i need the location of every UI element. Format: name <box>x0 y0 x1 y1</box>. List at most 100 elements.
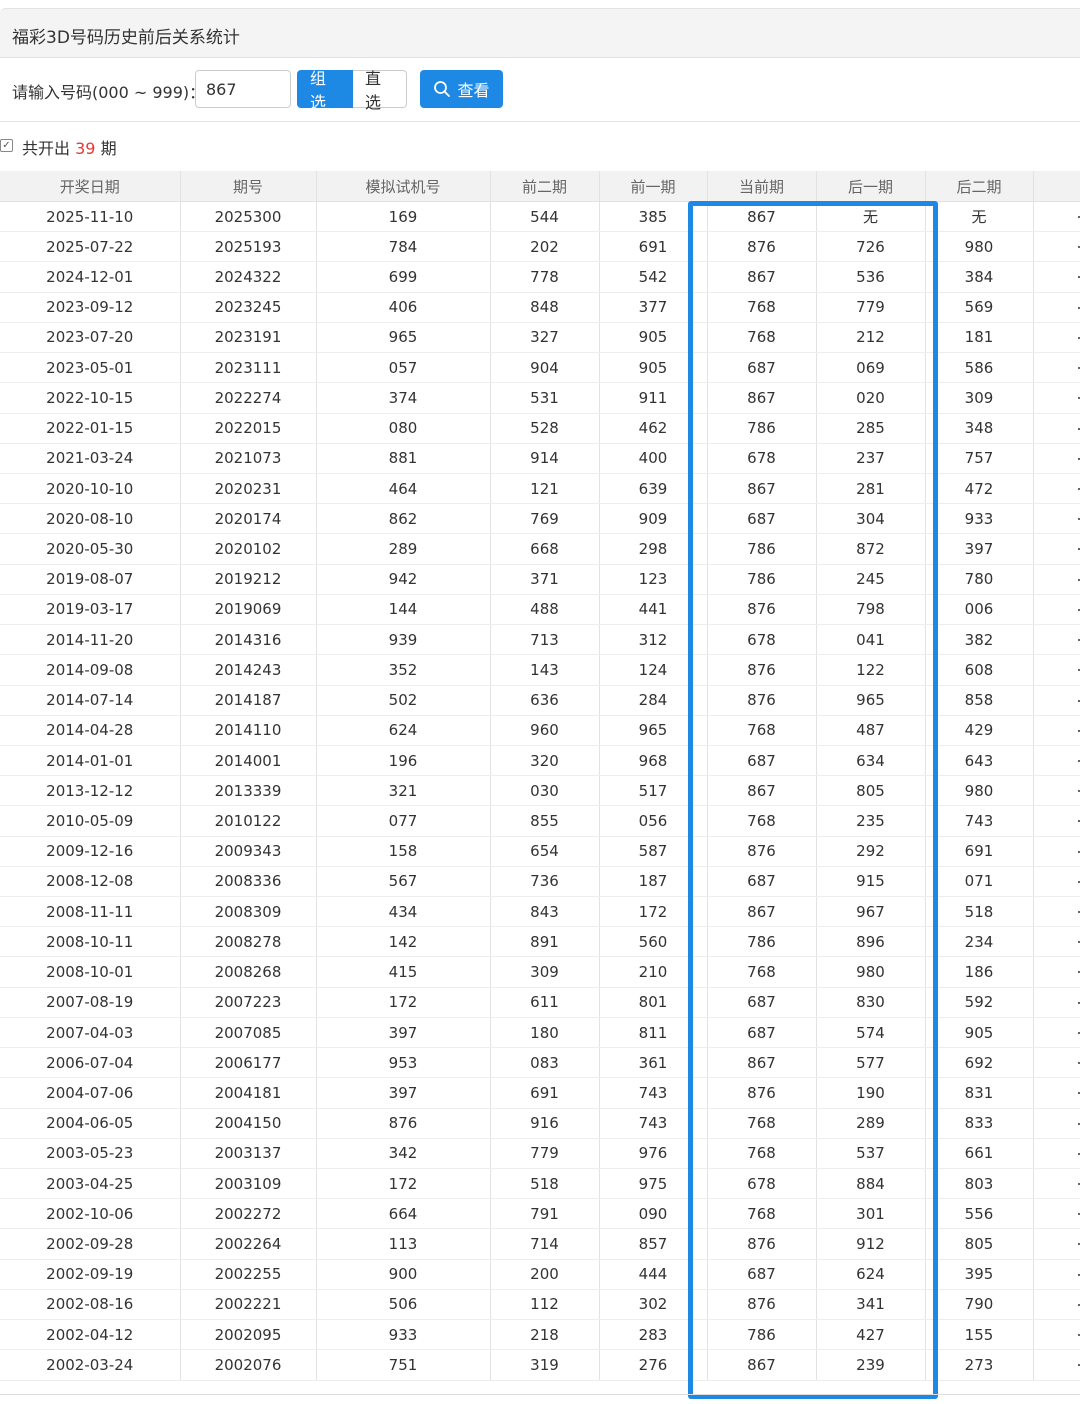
table-row: 2002-09-28 2002264 113 714 857 876 912 805 <box>0 1228 1080 1260</box>
table-cell: 876 <box>707 654 817 686</box>
group-select-button[interactable]: 组选 <box>297 69 353 112</box>
table-cell: 517 <box>599 775 708 807</box>
table-row: 2014-04-28 2014110 624 960 965 768 487 429 <box>0 715 1080 746</box>
direct-select-button[interactable]: 直选 <box>353 69 407 112</box>
table-cell: 912 <box>816 1228 926 1260</box>
table-cell: 768 <box>707 805 817 837</box>
table-cell: 976 <box>599 1138 708 1170</box>
table-cell: 2004150 <box>180 1108 317 1139</box>
table-cell: 831 <box>925 1077 1034 1109</box>
table-cell: 867 <box>707 261 817 293</box>
table-cell: 779 <box>816 292 926 323</box>
input-label: 请输入号码(000 ~ 999)： <box>12 83 206 102</box>
table-row: 2004-06-05 2004150 876 916 743 768 289 833 <box>0 1108 1080 1139</box>
table-row: 2014-07-14 2014187 502 636 284 876 965 858 <box>0 685 1080 716</box>
table-cell: 786 <box>707 413 817 444</box>
search-icon <box>433 80 451 98</box>
table-row: 2014-09-08 2014243 352 143 124 876 122 608 <box>0 654 1080 686</box>
table-row: 2020-08-10 2020174 862 769 909 687 304 933 <box>0 503 1080 535</box>
table-cell: 2022-10-15 <box>0 382 181 414</box>
table-cell-extra <box>1033 292 1080 323</box>
table-cell: 933 <box>316 1319 491 1351</box>
table-cell: 2002076 <box>180 1349 317 1381</box>
table-cell: 699 <box>316 261 491 293</box>
table-cell: 891 <box>490 926 600 958</box>
table-cell: 542 <box>599 261 708 293</box>
table-cell: 377 <box>599 292 708 323</box>
table-cell: 736 <box>490 866 600 898</box>
table-cell: 2023-09-12 <box>0 292 181 323</box>
table-cell: 2004181 <box>180 1077 317 1109</box>
table-row: 2023-05-01 2023111 057 904 905 687 069 586 <box>0 352 1080 384</box>
table-cell: 2022-01-15 <box>0 413 181 444</box>
table-cell: 122 <box>816 654 926 686</box>
table-cell: 586 <box>925 352 1034 384</box>
table-cell: 848 <box>490 292 600 323</box>
column-header: 期号 <box>180 171 317 202</box>
table-cell: 896 <box>816 926 926 958</box>
table-cell: 144 <box>316 594 491 626</box>
table-cell: 020 <box>816 382 926 414</box>
table-cell: 867 <box>707 775 817 807</box>
table-cell: 2023-07-20 <box>0 322 181 354</box>
table-cell: 309 <box>490 956 600 988</box>
table-cell-extra <box>1033 987 1080 1018</box>
table-cell: 975 <box>599 1168 708 1200</box>
table-cell: 506 <box>316 1289 491 1321</box>
table-cell: 2014-07-14 <box>0 685 181 716</box>
table-cell: 2004-06-05 <box>0 1108 181 1139</box>
table-cell: 757 <box>925 443 1034 474</box>
table-cell: 2014187 <box>180 685 317 716</box>
divider <box>0 121 1080 122</box>
table-cell: 2003-04-25 <box>0 1168 181 1200</box>
table-cell: 960 <box>490 715 600 746</box>
table-cell: 397 <box>316 1017 491 1049</box>
table-cell: 143 <box>490 654 600 686</box>
table-cell-extra <box>1033 1289 1080 1321</box>
table-cell: 876 <box>707 594 817 626</box>
table-cell: 2014-04-28 <box>0 715 181 746</box>
table-row: 2014-11-20 2014316 939 713 312 678 041 382 <box>0 624 1080 656</box>
table-row: 2014-01-01 2014001 196 320 968 687 634 643 <box>0 745 1080 777</box>
table-row: 2019-03-17 2019069 144 488 441 876 798 006 <box>0 594 1080 626</box>
table-cell: 2002272 <box>180 1198 317 1230</box>
table-cell: 768 <box>707 1108 817 1139</box>
table-cell: 639 <box>599 473 708 505</box>
table-cell: 180 <box>490 1017 600 1049</box>
table-cell: 768 <box>707 1198 817 1230</box>
table-cell: 867 <box>707 1047 817 1079</box>
table-cell: 784 <box>316 231 491 263</box>
table-cell-extra <box>1033 654 1080 686</box>
table-cell: 2025-11-10 <box>0 201 181 233</box>
table-cell-extra <box>1033 745 1080 777</box>
checkbox-icon[interactable]: ✓ <box>0 139 13 152</box>
table-cell: 2002-10-06 <box>0 1198 181 1230</box>
table-cell: 2019-08-07 <box>0 564 181 595</box>
table-cell: 123 <box>599 564 708 595</box>
table-cell: 292 <box>816 836 926 867</box>
table-cell: 172 <box>599 896 708 928</box>
table-cell: 687 <box>707 1017 817 1049</box>
number-input[interactable] <box>195 70 291 108</box>
table-cell: 769 <box>490 503 600 535</box>
table-cell-extra <box>1033 382 1080 414</box>
table-cell: 2024322 <box>180 261 317 293</box>
table-cell: 872 <box>816 533 926 565</box>
table-cell: 634 <box>816 745 926 777</box>
table-cell: 2002095 <box>180 1319 317 1351</box>
table-cell: 2003137 <box>180 1138 317 1170</box>
table-cell: 691 <box>599 231 708 263</box>
table-cell: 967 <box>816 896 926 928</box>
table-cell: 537 <box>816 1138 926 1170</box>
table-cell: 577 <box>816 1047 926 1079</box>
table-cell-extra <box>1033 1198 1080 1230</box>
table-row: 2010-05-09 2010122 077 855 056 768 235 743 <box>0 805 1080 837</box>
table-row: 2007-08-19 2007223 172 611 801 687 830 592 <box>0 987 1080 1018</box>
table-cell: 778 <box>490 261 600 293</box>
view-button[interactable]: 查看 <box>420 70 503 108</box>
table-cell: 881 <box>316 443 491 474</box>
table-cell: 281 <box>816 473 926 505</box>
table-cell: 397 <box>925 533 1034 565</box>
table-cell: 196 <box>316 745 491 777</box>
table-cell-extra <box>1033 685 1080 716</box>
